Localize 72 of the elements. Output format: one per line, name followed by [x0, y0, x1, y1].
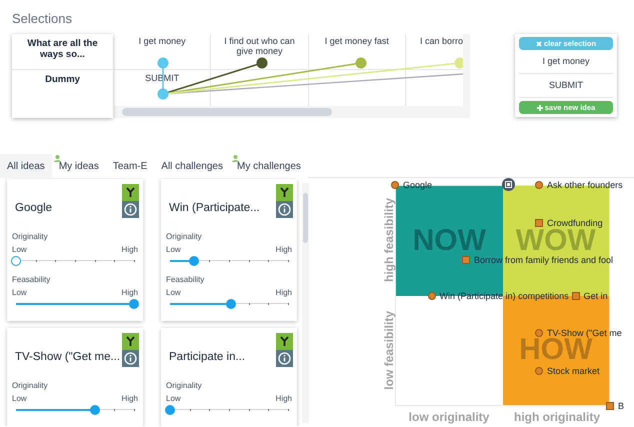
slider-label: Feasability — [165, 274, 206, 286]
plus-icon — [536, 104, 543, 110]
close-icon — [536, 40, 542, 46]
point-label: Stock market — [547, 364, 600, 377]
vertical-scrollbar[interactable] — [302, 183, 309, 423]
low-label: Low — [166, 244, 181, 256]
high-label: High — [276, 393, 292, 405]
quadrant-label: HOW — [519, 339, 592, 362]
low-label: Low — [12, 393, 27, 405]
slider-thumb[interactable] — [165, 405, 175, 415]
person-icon — [54, 155, 61, 162]
selection-item: SUBMIT — [548, 78, 583, 92]
node-dot[interactable] — [256, 58, 268, 68]
fork-icon[interactable] — [276, 333, 293, 350]
fork-icon[interactable] — [276, 184, 293, 201]
slider-thumb[interactable] — [129, 299, 139, 309]
axis-label: low originality — [408, 409, 490, 426]
person-icon — [232, 155, 239, 162]
tab[interactable]: My ideas — [52, 154, 106, 178]
low-label: Low — [12, 244, 27, 256]
point-label: TV-Show ("Get me — [547, 327, 622, 338]
slider-label: Originality — [11, 231, 49, 243]
card-title: Participate in... — [169, 351, 246, 363]
info-icon[interactable] — [276, 201, 293, 218]
horizontal-scrollbar[interactable] — [114, 106, 470, 118]
info-icon[interactable] — [276, 350, 293, 367]
high-label: High — [276, 287, 292, 299]
card-title: TV-Show ("Get me... — [15, 351, 120, 363]
node-dot[interactable] — [158, 88, 168, 100]
low-label: Low — [166, 393, 181, 405]
high-label: High — [122, 393, 138, 405]
slider-thumb[interactable] — [226, 299, 236, 309]
column-header: I can borro — [420, 36, 463, 46]
column-header: I get money — [138, 36, 186, 46]
low-label: Low — [12, 287, 27, 299]
row-header: Dummy — [45, 74, 80, 85]
tab[interactable]: All ideas — [0, 154, 52, 178]
fork-icon[interactable] — [122, 333, 139, 350]
point-label: B — [618, 400, 624, 412]
window-icon[interactable] — [502, 178, 515, 191]
node-dot[interactable] — [356, 58, 366, 68]
axis-label: high feasibility — [381, 198, 397, 282]
low-label: Low — [166, 287, 181, 299]
slider-thumb[interactable] — [90, 405, 100, 415]
card-title: Win (Participate... — [169, 202, 260, 214]
column-header: I find out who can give money — [224, 36, 295, 56]
slider-thumb[interactable] — [11, 256, 21, 266]
slider-thumb[interactable] — [188, 256, 199, 266]
slider-label: Feasability — [11, 274, 52, 286]
slider-label: Originality — [165, 231, 203, 243]
selection-item: I get money — [542, 54, 590, 68]
node-dot[interactable] — [158, 58, 168, 68]
axis-label: high originality — [514, 409, 600, 426]
point-label: Get in — [584, 290, 608, 302]
section-heading: Selections — [12, 10, 73, 25]
quadrant-label: WOW — [516, 230, 596, 252]
high-label: High — [276, 244, 292, 256]
slider-label: Originality — [165, 380, 203, 392]
tab[interactable]: My challenges — [230, 154, 308, 178]
card-title: Google — [15, 202, 52, 214]
fork-icon[interactable] — [122, 184, 139, 201]
info-icon[interactable] — [122, 201, 139, 218]
column-header: I get money fast — [324, 36, 389, 46]
info-icon[interactable] — [122, 350, 139, 367]
point-label: Crowdfunding — [547, 216, 603, 229]
high-label: High — [122, 287, 138, 299]
high-label: High — [122, 244, 138, 256]
row-header: What are all the ways so... — [26, 38, 99, 60]
vertical-scrollbar[interactable] — [463, 34, 470, 106]
square-marker[interactable] — [606, 402, 614, 410]
slider-label: Originality — [11, 380, 49, 392]
axis-label: low feasibility — [381, 310, 397, 390]
